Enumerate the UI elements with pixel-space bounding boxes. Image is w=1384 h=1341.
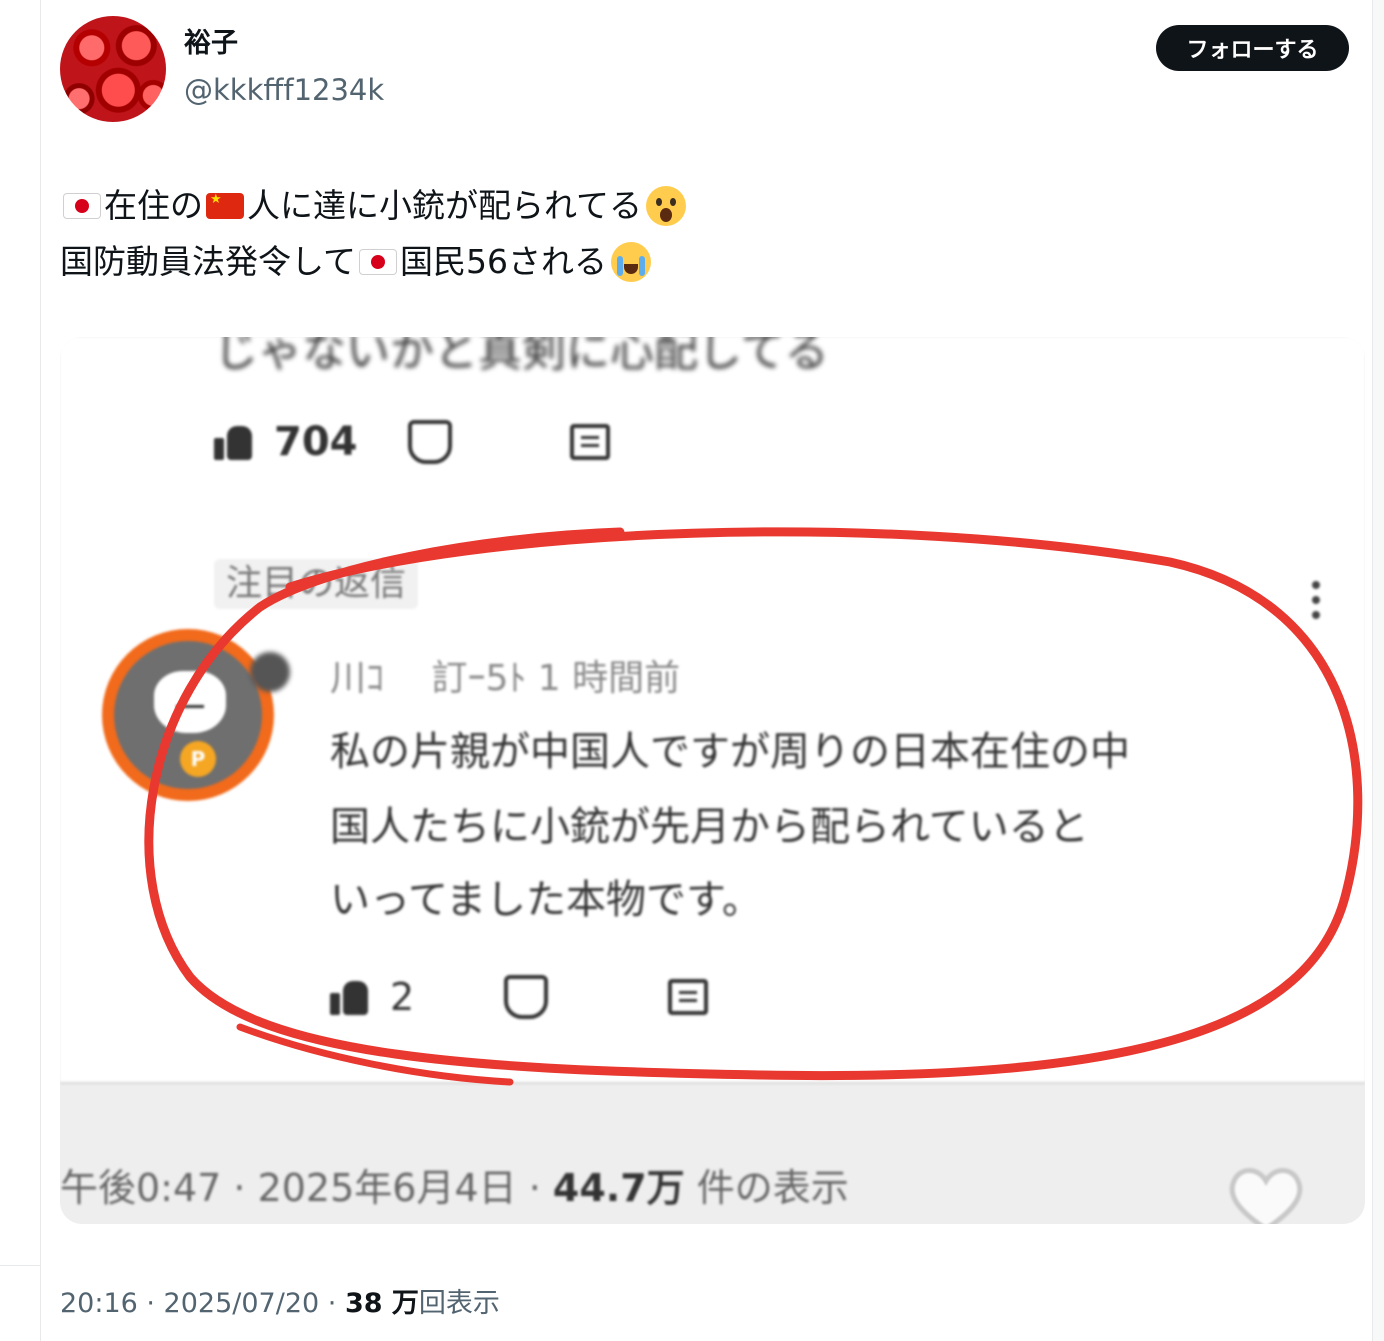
japan-flag-icon — [63, 193, 101, 219]
footer-views-label: 件の表示 — [684, 1166, 849, 1210]
china-flag-icon — [206, 192, 244, 219]
view-count-label: 回表示 — [418, 1288, 500, 1319]
tweet-text-segment: 在住の — [104, 186, 203, 225]
tweet-text-segment: 国防動員法発令して — [60, 242, 357, 281]
crying-face-icon — [611, 242, 652, 282]
japan-flag-icon — [359, 249, 398, 275]
red-circle-annotation — [144, 527, 1363, 1086]
tweet-media-image[interactable]: じゃないかと真剣に心配してる 704 注目の返信 P 川ｺ 訂ｰ5ﾄ 1 時間前… — [60, 337, 1365, 1224]
heart-icon — [1229, 1168, 1303, 1224]
view-count: 38 万 — [344, 1288, 419, 1319]
author-name[interactable]: 裕子 — [184, 26, 238, 62]
post-timestamp[interactable]: 20:16 · 2025/07/20 · — [60, 1288, 345, 1319]
author-avatar[interactable] — [60, 16, 166, 122]
rail-divider — [0, 1265, 40, 1266]
footer-views: 44.7万 — [552, 1166, 685, 1210]
screaming-face-icon — [646, 186, 687, 226]
left-rail — [0, 0, 41, 1341]
footer-time: 午後0:47 · 2025年6月4日 · — [60, 1166, 553, 1210]
scrollbar[interactable] — [1372, 0, 1384, 1341]
tweet-text-segment: 人に達に小銃が配られてる — [247, 186, 643, 225]
screenshot-footer: 午後0:47 · 2025年6月4日 · 44.7万 件の表示 — [60, 1157, 849, 1212]
follow-button[interactable]: フォローする — [1156, 25, 1349, 71]
tweet-text-line-1: 在住の 人に達に小銃が配られてる — [60, 182, 687, 230]
post-metadata: 20:16 · 2025/07/20 · 38 万回表示 — [60, 1286, 500, 1322]
tweet-text-line-2: 国防動員法発令して 国民56される — [60, 238, 652, 286]
author-handle[interactable]: @kkkfff1234k — [184, 72, 384, 108]
tweet-text-segment: 国民56される — [400, 242, 608, 281]
